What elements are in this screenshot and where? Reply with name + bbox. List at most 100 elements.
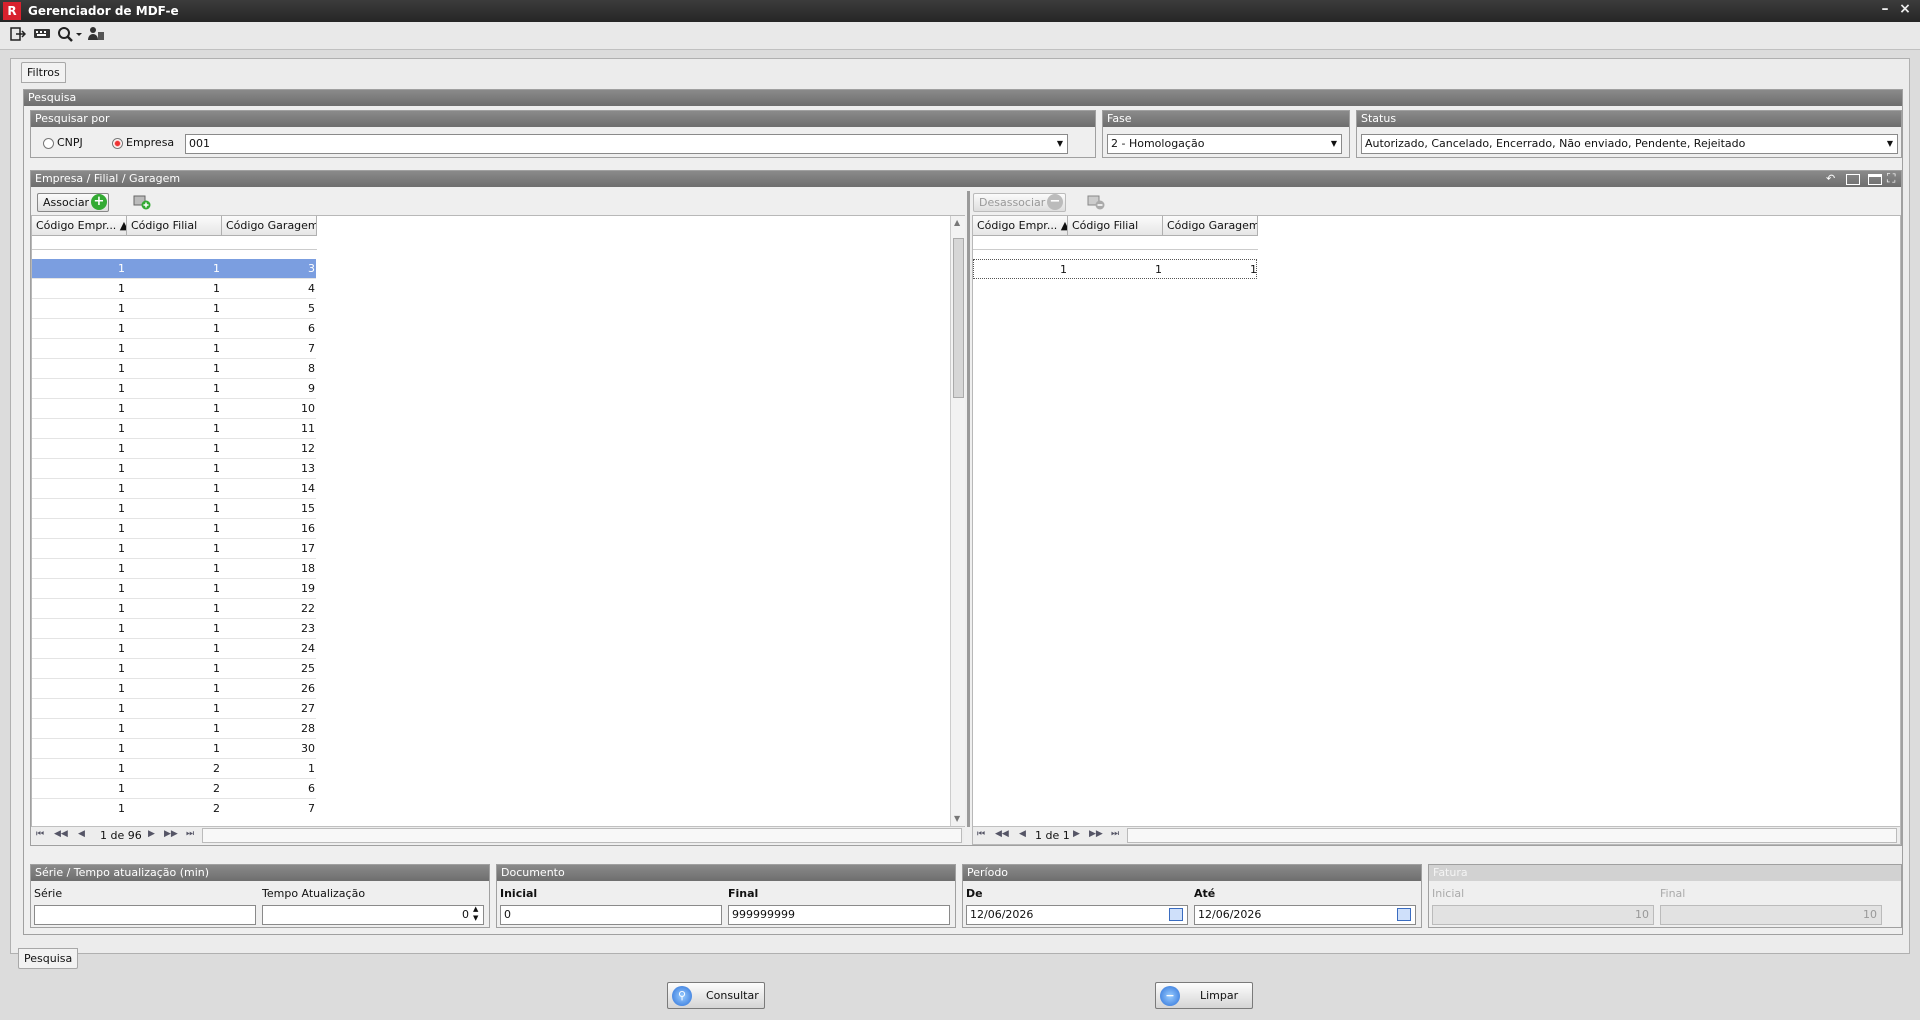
- table-row[interactable]: 1 2 7: [32, 799, 316, 813]
- table-row[interactable]: 1 1 5: [32, 299, 316, 319]
- table-row[interactable]: 1 1 28: [32, 719, 316, 739]
- cnpj-radio[interactable]: [43, 138, 54, 149]
- cell-garagem: 23: [301, 622, 315, 635]
- disassociate-button[interactable]: Desassociar −: [973, 193, 1066, 212]
- serie-input[interactable]: [34, 905, 256, 925]
- exit-icon[interactable]: [8, 26, 28, 46]
- consultar-button[interactable]: ⚲ Consultar: [667, 982, 765, 1009]
- expand-icon[interactable]: ⛶: [1887, 171, 1895, 186]
- col-header-empresa[interactable]: Código Empr... ▲: [32, 216, 127, 236]
- cell-filial: 1: [213, 462, 220, 475]
- tab-pesquisa[interactable]: Pesquisa: [18, 948, 79, 969]
- filter-row[interactable]: [973, 240, 1258, 250]
- scrollbar-thumb[interactable]: [953, 238, 964, 398]
- table-row[interactable]: 1 1 3: [32, 259, 316, 279]
- associate-button[interactable]: Associar +: [37, 193, 109, 212]
- calendar-icon[interactable]: [1169, 908, 1183, 921]
- col-header-filial[interactable]: Código Filial: [127, 216, 222, 236]
- limpar-button[interactable]: − Limpar: [1155, 982, 1253, 1009]
- documento-panel: Documento Inicial 0 Final 999999999: [496, 864, 956, 928]
- col-header-garagem[interactable]: Código Garagem: [222, 216, 317, 236]
- table-row[interactable]: 1 1 7: [32, 339, 316, 359]
- last-page-icon[interactable]: ⏭: [186, 829, 194, 839]
- next-page-icon[interactable]: ▶: [1073, 829, 1080, 839]
- table-row[interactable]: 1 1 18: [32, 559, 316, 579]
- periodo-de-input[interactable]: 12/06/2026: [966, 905, 1188, 925]
- search-icon[interactable]: [56, 26, 84, 46]
- calendar-icon[interactable]: [1397, 908, 1411, 921]
- first-page-icon[interactable]: ⏮: [36, 829, 44, 839]
- table-row[interactable]: 1 1 19: [32, 579, 316, 599]
- splitter-handle[interactable]: [967, 191, 970, 827]
- table-row[interactable]: 1 1 13: [32, 459, 316, 479]
- minimize-button[interactable]: –: [1876, 1, 1894, 17]
- col-header-garagem[interactable]: Código Garagem: [1163, 216, 1258, 236]
- cell-garagem: 6: [308, 322, 315, 335]
- tab-filtros[interactable]: Filtros: [21, 62, 66, 83]
- horizontal-scrollbar[interactable]: [202, 828, 962, 843]
- table-row[interactable]: 1 1 26: [32, 679, 316, 699]
- prev-page-icon[interactable]: ◀: [1019, 829, 1026, 839]
- next-block-icon[interactable]: ▶▶: [164, 829, 178, 839]
- table-row[interactable]: 1 1 25: [32, 659, 316, 679]
- first-page-icon[interactable]: ⏮: [977, 829, 985, 839]
- documento-inicial-input[interactable]: 0: [500, 905, 722, 925]
- associate-all-icon[interactable]: [133, 194, 151, 210]
- fase-combo[interactable]: 2 - Homologação ▼: [1107, 134, 1342, 154]
- scroll-down-icon[interactable]: ▼: [954, 814, 960, 823]
- filter-row[interactable]: [32, 240, 317, 250]
- cell-filial: 1: [213, 302, 220, 315]
- periodo-ate-label: Até: [1194, 887, 1216, 900]
- last-page-icon[interactable]: ⏭: [1111, 829, 1119, 839]
- table-row[interactable]: 1 1 15: [32, 499, 316, 519]
- status-combo[interactable]: Autorizado, Cancelado, Encerrado, Não en…: [1361, 134, 1898, 154]
- table-row[interactable]: 1 1 22: [32, 599, 316, 619]
- disassociate-all-icon[interactable]: [1087, 194, 1105, 210]
- table-row[interactable]: 1 1 17: [32, 539, 316, 559]
- vertical-scrollbar[interactable]: ▲ ▼: [950, 216, 965, 826]
- cell-filial: 1: [213, 682, 220, 695]
- table-row[interactable]: 1 1 4: [32, 279, 316, 299]
- next-page-icon[interactable]: ▶: [148, 829, 155, 839]
- table-row[interactable]: 1 1 23: [32, 619, 316, 639]
- table-row[interactable]: 1 1 12: [32, 439, 316, 459]
- table-row[interactable]: 1 1 1: [973, 259, 1257, 279]
- scroll-up-icon[interactable]: ▲: [954, 218, 960, 227]
- table-row[interactable]: 1 1 10: [32, 399, 316, 419]
- keyboard-icon[interactable]: [32, 26, 52, 46]
- periodo-ate-input[interactable]: 12/06/2026: [1194, 905, 1416, 925]
- user-icon[interactable]: [86, 26, 106, 46]
- prev-block-icon[interactable]: ◀◀: [54, 829, 68, 839]
- layout-horizontal-icon[interactable]: [1846, 174, 1860, 185]
- table-row[interactable]: 1 1 9: [32, 379, 316, 399]
- stepper-arrows-icon[interactable]: ▲ ▼: [473, 905, 478, 923]
- empresa-radio[interactable]: [112, 138, 123, 149]
- next-block-icon[interactable]: ▶▶: [1089, 829, 1103, 839]
- table-row[interactable]: 1 1 24: [32, 639, 316, 659]
- col-header-empresa[interactable]: Código Empr... ▲: [973, 216, 1068, 236]
- undo-icon[interactable]: ↶: [1826, 172, 1835, 185]
- horizontal-scrollbar[interactable]: [1127, 828, 1897, 843]
- serie-header: Série / Tempo atualização (min): [31, 865, 489, 881]
- cell-filial: 1: [213, 442, 220, 455]
- cell-garagem: 30: [301, 742, 315, 755]
- table-row[interactable]: 1 1 11: [32, 419, 316, 439]
- layout-vertical-icon[interactable]: [1868, 174, 1882, 185]
- documento-final-input[interactable]: 999999999: [728, 905, 950, 925]
- table-row[interactable]: 1 2 1: [32, 759, 316, 779]
- table-row[interactable]: 1 2 6: [32, 779, 316, 799]
- table-row[interactable]: 1 1 6: [32, 319, 316, 339]
- empresa-combo[interactable]: 001 ▼: [185, 134, 1068, 154]
- prev-page-icon[interactable]: ◀: [78, 829, 85, 839]
- window-title: Gerenciador de MDF-e: [28, 4, 179, 18]
- prev-block-icon[interactable]: ◀◀: [995, 829, 1009, 839]
- disassociate-label: Desassociar: [979, 196, 1046, 209]
- col-header-filial[interactable]: Código Filial: [1068, 216, 1163, 236]
- table-row[interactable]: 1 1 27: [32, 699, 316, 719]
- table-row[interactable]: 1 1 8: [32, 359, 316, 379]
- close-button[interactable]: ×: [1896, 1, 1914, 17]
- tempo-stepper[interactable]: 0: [262, 905, 484, 925]
- table-row[interactable]: 1 1 16: [32, 519, 316, 539]
- table-row[interactable]: 1 1 30: [32, 739, 316, 759]
- table-row[interactable]: 1 1 14: [32, 479, 316, 499]
